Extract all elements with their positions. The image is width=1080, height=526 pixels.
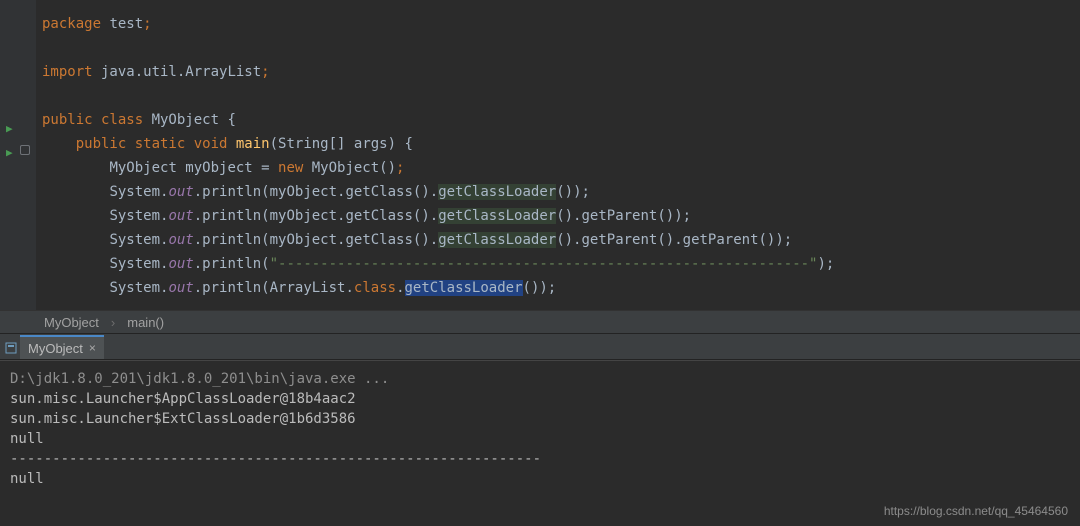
code-text: ); bbox=[573, 184, 590, 200]
indent bbox=[42, 280, 109, 296]
indent bbox=[42, 136, 76, 152]
field: out bbox=[168, 280, 193, 296]
breadcrumb: MyObject › main() bbox=[0, 310, 1080, 334]
highlighted-text: getClassLoader bbox=[438, 184, 556, 200]
code-text: ().getParent().getParent() bbox=[556, 232, 775, 248]
highlighted-text: getClassLoader bbox=[438, 232, 556, 248]
console-line: ----------------------------------------… bbox=[10, 451, 541, 467]
console-output[interactable]: D:\jdk1.8.0_201\jdk1.8.0_201\bin\java.ex… bbox=[0, 360, 1080, 520]
code-text: System. bbox=[109, 232, 168, 248]
code-text: java.util.ArrayList bbox=[93, 64, 262, 80]
console-tab-label: MyObject bbox=[28, 341, 83, 356]
keyword: package bbox=[42, 16, 101, 32]
console-line: null bbox=[10, 431, 44, 447]
code-text: ); bbox=[817, 256, 834, 272]
close-icon[interactable]: × bbox=[89, 341, 96, 355]
keyword: import bbox=[42, 64, 93, 80]
semicolon: ; bbox=[143, 16, 151, 32]
code-text: MyObject myObject = bbox=[109, 160, 278, 176]
code-text: System. bbox=[109, 208, 168, 224]
editor-area: ▶ ▶ package test; import java.util.Array… bbox=[0, 0, 1080, 310]
keyword: public class bbox=[42, 112, 152, 128]
code-text: () bbox=[556, 184, 573, 200]
indent bbox=[42, 256, 109, 272]
string-literal: "---------------------------------------… bbox=[270, 256, 818, 272]
run-tool-icon[interactable] bbox=[2, 341, 20, 355]
editor-gutter: ▶ ▶ bbox=[0, 0, 36, 310]
indent bbox=[42, 184, 109, 200]
keyword: public static void bbox=[76, 136, 236, 152]
semicolon: ; bbox=[396, 160, 404, 176]
console-line: null bbox=[10, 471, 44, 487]
highlighted-text: getClassLoader bbox=[438, 208, 556, 224]
code-text: ().getParent() bbox=[556, 208, 674, 224]
override-marker-icon[interactable] bbox=[20, 145, 30, 155]
breadcrumb-item[interactable]: main() bbox=[127, 315, 164, 330]
code-text: ArrayList. bbox=[270, 280, 354, 296]
console-line: sun.misc.Launcher$ExtClassLoader@1b6d358… bbox=[10, 411, 356, 427]
code-text: String[] args bbox=[278, 136, 388, 152]
code-text: .println( bbox=[194, 184, 270, 200]
field: out bbox=[168, 208, 193, 224]
code-text: .println( bbox=[194, 256, 270, 272]
field: out bbox=[168, 256, 193, 272]
field: out bbox=[168, 184, 193, 200]
run-gutter-icon[interactable]: ▶ bbox=[6, 146, 13, 159]
keyword: new bbox=[278, 160, 312, 176]
breadcrumb-item[interactable]: MyObject bbox=[44, 315, 99, 330]
watermark: https://blog.csdn.net/qq_45464560 bbox=[884, 504, 1068, 518]
code-text: ); bbox=[775, 232, 792, 248]
code-text: .println( bbox=[194, 208, 270, 224]
code-text: { bbox=[219, 112, 236, 128]
keyword: class bbox=[354, 280, 396, 296]
code-text: myObject.getClass(). bbox=[270, 208, 439, 224]
code-text: ( bbox=[270, 136, 278, 152]
code-text: .println( bbox=[194, 280, 270, 296]
code-text: myObject.getClass(). bbox=[270, 184, 439, 200]
console-tab-bar: MyObject × bbox=[0, 334, 1080, 360]
code-text: myObject.getClass(). bbox=[270, 232, 439, 248]
code-text: MyObject() bbox=[312, 160, 396, 176]
method-name: main bbox=[236, 136, 270, 152]
code-text: ()); bbox=[523, 280, 557, 296]
code-editor[interactable]: package test; import java.util.ArrayList… bbox=[36, 0, 834, 310]
code-text: . bbox=[396, 280, 404, 296]
code-text: System. bbox=[109, 256, 168, 272]
code-text: ); bbox=[674, 208, 691, 224]
console-tab[interactable]: MyObject × bbox=[20, 335, 104, 359]
code-text: System. bbox=[109, 184, 168, 200]
selected-text: getClassLoader bbox=[405, 280, 523, 296]
class-name: MyObject bbox=[152, 112, 219, 128]
run-gutter-icon[interactable]: ▶ bbox=[6, 122, 13, 135]
code-text: test bbox=[101, 16, 143, 32]
console-line: sun.misc.Launcher$AppClassLoader@18b4aac… bbox=[10, 391, 356, 407]
console-line: D:\jdk1.8.0_201\jdk1.8.0_201\bin\java.ex… bbox=[10, 371, 389, 387]
code-text: .println( bbox=[194, 232, 270, 248]
code-text: ) { bbox=[388, 136, 413, 152]
chevron-right-icon: › bbox=[111, 315, 115, 330]
indent bbox=[42, 160, 109, 176]
field: out bbox=[168, 232, 193, 248]
code-text: System. bbox=[109, 280, 168, 296]
indent bbox=[42, 232, 109, 248]
indent bbox=[42, 208, 109, 224]
semicolon: ; bbox=[261, 64, 269, 80]
